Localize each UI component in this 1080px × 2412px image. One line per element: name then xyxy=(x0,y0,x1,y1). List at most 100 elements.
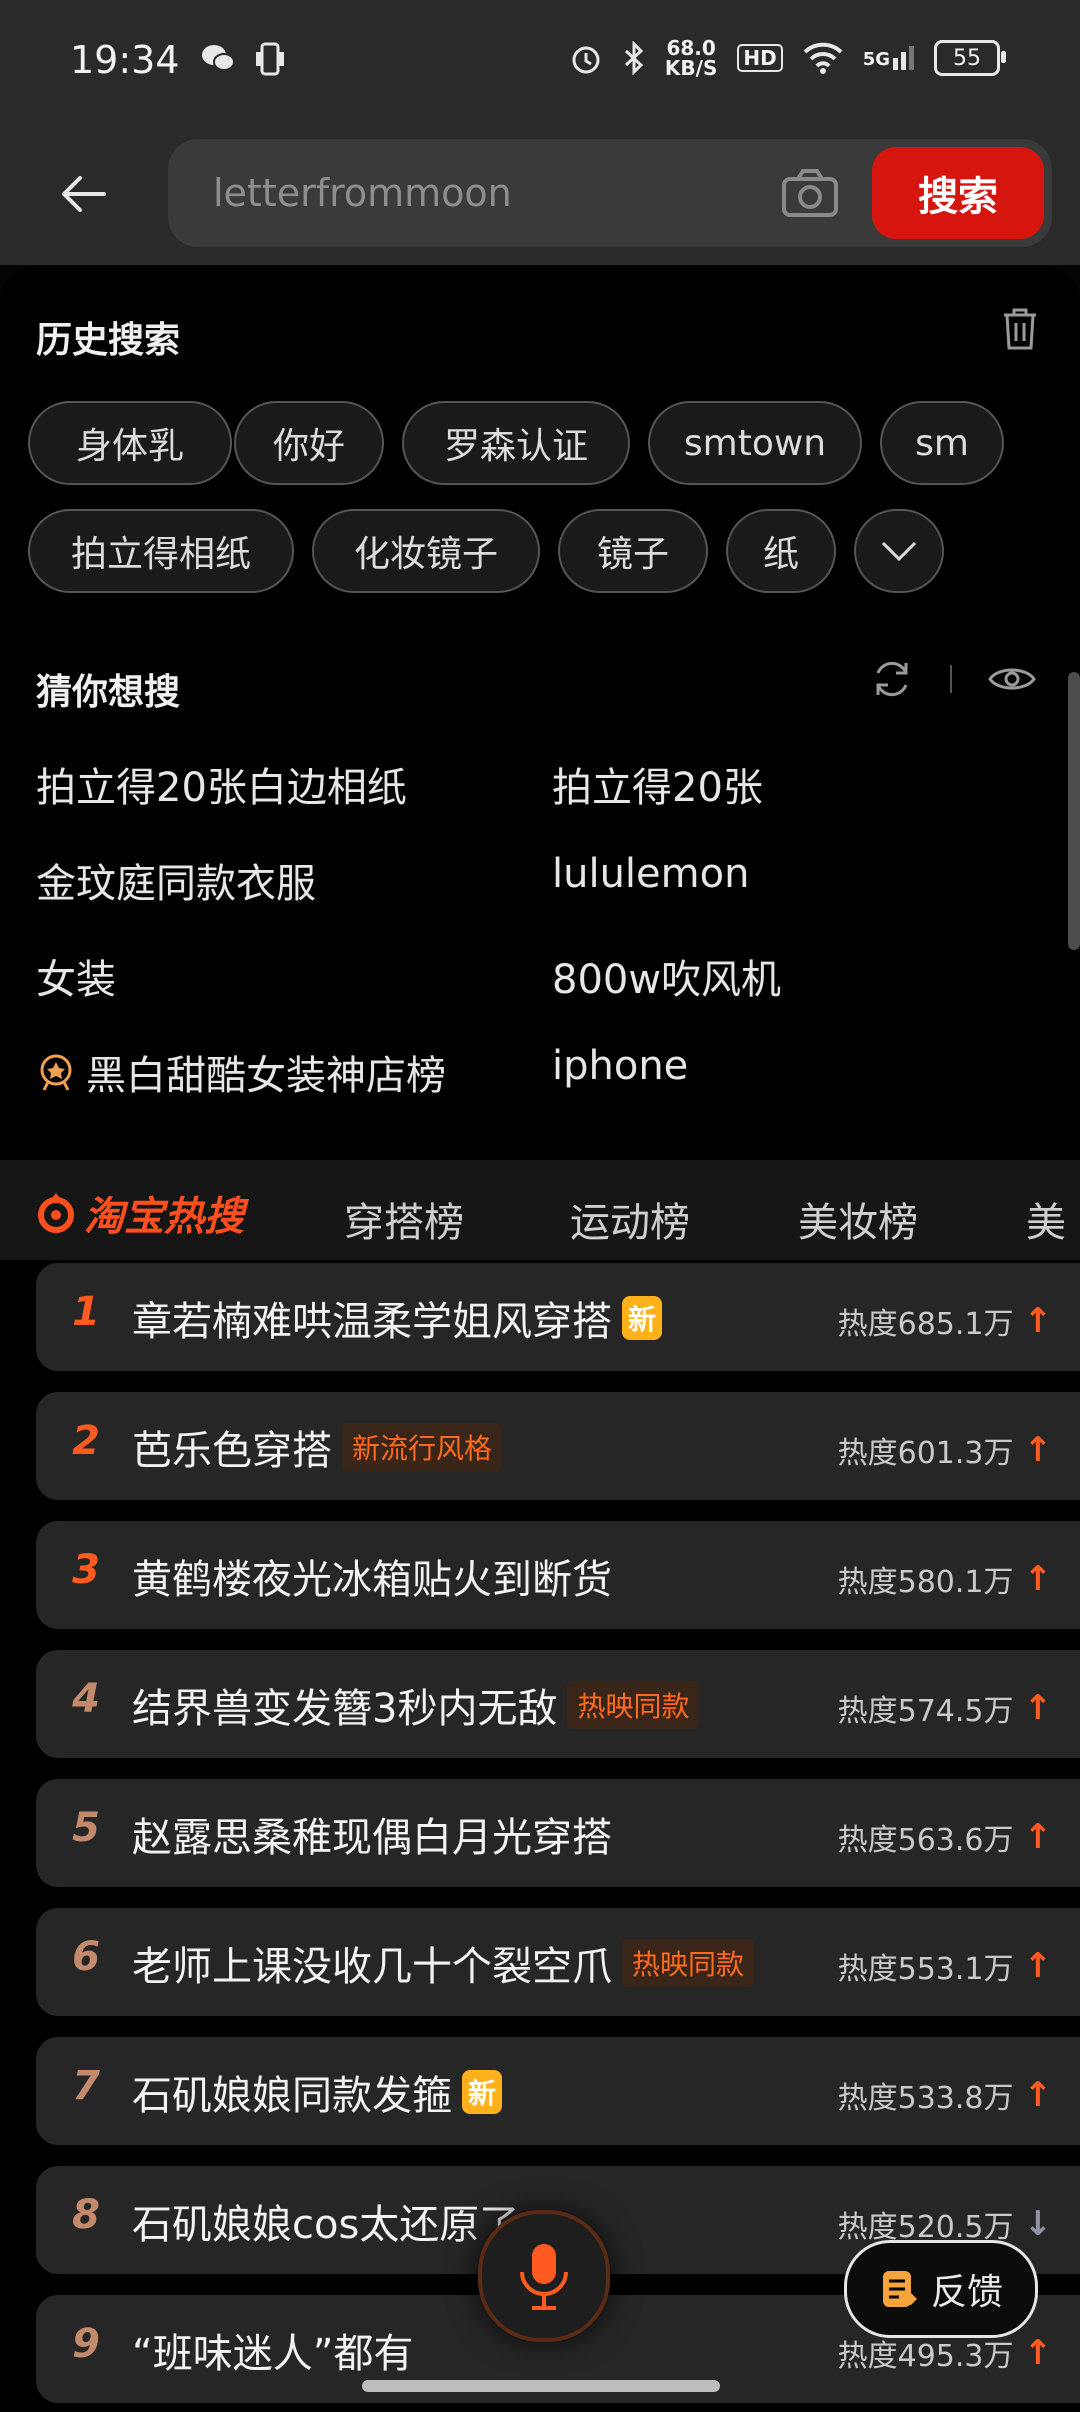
tag-badge: 热映同款 xyxy=(567,1681,700,1729)
guess-item-label: 黑白甜酷女装神店榜 xyxy=(86,1053,446,1099)
medal-icon xyxy=(40,1054,72,1091)
trash-icon[interactable] xyxy=(1000,307,1040,351)
heat-value: 热度533.8万 xyxy=(837,2081,1014,2116)
history-chip[interactable]: sm xyxy=(880,401,1004,485)
tab-sports[interactable]: 运动榜 xyxy=(570,1190,690,1248)
search-input[interactable]: letterfrommoon xyxy=(213,139,512,247)
guess-item[interactable]: lululemon xyxy=(552,851,749,897)
guess-tools xyxy=(870,657,1036,701)
hot-item-title-wrap: 黄鹤楼夜光冰箱贴火到断货 xyxy=(132,1547,612,1605)
history-title: 历史搜索 xyxy=(36,320,181,361)
guess-item[interactable]: 拍立得20张 xyxy=(552,755,763,813)
tab-taobao-hot[interactable]: 淘宝热搜 xyxy=(36,1184,244,1242)
tab-more[interactable]: 美 xyxy=(1026,1190,1066,1248)
tab-beauty[interactable]: 美妆榜 xyxy=(798,1190,918,1248)
hot-item-title: 章若楠难哄温柔学姐风穿搭 xyxy=(132,1299,612,1345)
heat-value-wrap: 热度553.1万 ↑ xyxy=(838,1944,1052,1988)
rank-number: 4 xyxy=(72,1676,100,1722)
eye-icon[interactable] xyxy=(988,662,1036,696)
rank-number: 3 xyxy=(72,1547,100,1593)
heat-value-wrap: 热度563.6万 ↑ xyxy=(838,1815,1052,1859)
hot-item-title-wrap: 石矶娘娘同款发箍新 xyxy=(132,2063,503,2121)
history-chip[interactable]: smtown xyxy=(648,401,862,485)
hot-item-title: “班味迷人”都有 xyxy=(132,2331,414,2377)
back-button[interactable] xyxy=(48,159,118,229)
hot-item-title: 石矶娘娘cos太还原了 xyxy=(132,2202,520,2248)
feedback-button[interactable]: 反馈 xyxy=(844,2240,1038,2338)
guess-item[interactable]: iphone xyxy=(552,1043,688,1089)
network-speed: 68.0 KB/S xyxy=(664,36,718,80)
hd-icon: HD xyxy=(737,44,783,72)
refresh-icon[interactable] xyxy=(870,657,914,701)
rank-number: 5 xyxy=(72,1805,100,1851)
guess-item[interactable]: 拍立得20张白边相纸 xyxy=(36,755,407,813)
back-arrow-icon xyxy=(62,176,106,212)
hot-item-title-wrap: 结界兽变发簪3秒内无敌 热映同款 xyxy=(132,1676,700,1734)
search-button[interactable]: 搜索 xyxy=(872,147,1044,239)
guess-item-store-ranking[interactable]: 黑白甜酷女装神店榜 xyxy=(36,1043,446,1101)
heat-value: 热度685.1万 xyxy=(837,1307,1014,1342)
hot-item-title-wrap: 赵露思桑稚现偶白月光穿搭 xyxy=(132,1805,612,1863)
status-system-icons: 68.0 KB/S HD 5G 55 xyxy=(569,36,1006,80)
signal-icon: 5G xyxy=(863,46,914,70)
hot-list-row[interactable]: 3 黄鹤楼夜光冰箱贴火到断货 热度580.1万 ↑ xyxy=(36,1521,1080,1629)
heat-value: 热度563.6万 xyxy=(837,1823,1014,1858)
hot-list-row[interactable]: 4 结界兽变发簪3秒内无敌 热映同款 热度574.5万 ↑ xyxy=(36,1650,1080,1758)
feedback-icon xyxy=(882,2271,917,2307)
heat-value-wrap: 热度601.3万 ↑ xyxy=(838,1428,1052,1472)
trend-up-icon: ↑ xyxy=(1023,2075,1053,2115)
rank-number: 9 xyxy=(72,2321,100,2367)
status-time: 19:34 xyxy=(70,38,180,82)
hot-item-title: 黄鹤楼夜光冰箱贴火到断货 xyxy=(132,1557,612,1603)
rank-number: 1 xyxy=(72,1289,100,1335)
heat-value-wrap: 热度580.1万 ↑ xyxy=(838,1557,1052,1601)
tag-badge: 新流行风格 xyxy=(342,1423,503,1471)
wifi-icon xyxy=(803,42,843,74)
bluetooth-icon xyxy=(624,41,644,75)
history-chip[interactable]: 身体乳 xyxy=(28,401,232,485)
guess-item[interactable]: 女装 xyxy=(36,947,116,1005)
history-chip[interactable]: 镜子 xyxy=(558,509,708,593)
guess-item[interactable]: 800w吹风机 xyxy=(552,947,781,1005)
history-chip[interactable]: 罗森认证 xyxy=(402,401,630,485)
hot-item-title-wrap: 章若楠难哄温柔学姐风穿搭新 xyxy=(132,1289,663,1347)
hot-list-row[interactable]: 7 石矶娘娘同款发箍新 热度533.8万 ↑ xyxy=(36,2037,1080,2145)
guess-item[interactable]: 金玟庭同款衣服 xyxy=(36,851,316,909)
search-box[interactable]: letterfrommoon 搜索 xyxy=(168,139,1052,247)
heat-value: 热度574.5万 xyxy=(837,1694,1014,1729)
hot-item-title: 石矶娘娘同款发箍 xyxy=(132,2073,452,2119)
heat-value: 热度580.1万 xyxy=(837,1565,1014,1600)
expand-history-button[interactable] xyxy=(854,509,944,593)
trend-up-icon: ↑ xyxy=(1023,1301,1053,1341)
heat-value-wrap: 热度574.5万 ↑ xyxy=(838,1686,1052,1730)
hot-list-row[interactable]: 5 赵露思桑稚现偶白月光穿搭 热度563.6万 ↑ xyxy=(36,1779,1080,1887)
tab-logo-label: 淘宝热搜 xyxy=(84,1194,244,1240)
trend-down-icon: ↓ xyxy=(1023,2204,1053,2244)
divider xyxy=(950,665,952,693)
hot-item-title: 结界兽变发簪3秒内无敌 xyxy=(132,1686,558,1732)
home-indicator[interactable] xyxy=(362,2380,720,2392)
heat-value: 热度553.1万 xyxy=(837,1952,1014,1987)
hot-item-title-wrap: “班味迷人”都有 xyxy=(132,2321,413,2379)
camera-icon[interactable] xyxy=(780,167,840,219)
voice-search-button[interactable] xyxy=(478,2210,610,2342)
rank-number: 6 xyxy=(72,1934,100,1980)
tab-outfit[interactable]: 穿搭榜 xyxy=(344,1190,464,1248)
hot-item-title-wrap: 老师上课没收几十个裂空爪 热映同款 xyxy=(132,1934,755,1992)
hot-list-row[interactable]: 2 芭乐色穿搭 新流行风格 热度601.3万 ↑ xyxy=(36,1392,1080,1500)
scrollbar[interactable] xyxy=(1068,672,1080,950)
hot-list-row[interactable]: 1 章若楠难哄温柔学姐风穿搭新 热度685.1万 ↑ xyxy=(36,1263,1080,1371)
history-chip[interactable]: 纸 xyxy=(726,509,836,593)
history-chip[interactable]: 化妆镜子 xyxy=(312,509,540,593)
battery-icon: 55 xyxy=(934,40,1006,76)
history-chip[interactable]: 拍立得相纸 xyxy=(28,509,294,593)
heat-value-wrap: 热度533.8万 ↑ xyxy=(838,2073,1052,2117)
status-notification-icons xyxy=(200,42,286,76)
rank-number: 8 xyxy=(72,2192,100,2238)
rank-number: 2 xyxy=(72,1418,100,1464)
history-chip[interactable]: 你好 xyxy=(234,401,384,485)
trend-up-icon: ↑ xyxy=(1023,1688,1053,1728)
hot-list-row[interactable]: 6 老师上课没收几十个裂空爪 热映同款 热度553.1万 ↑ xyxy=(36,1908,1080,2016)
rank-number: 7 xyxy=(72,2063,100,2109)
trend-up-icon: ↑ xyxy=(1023,1946,1053,1986)
